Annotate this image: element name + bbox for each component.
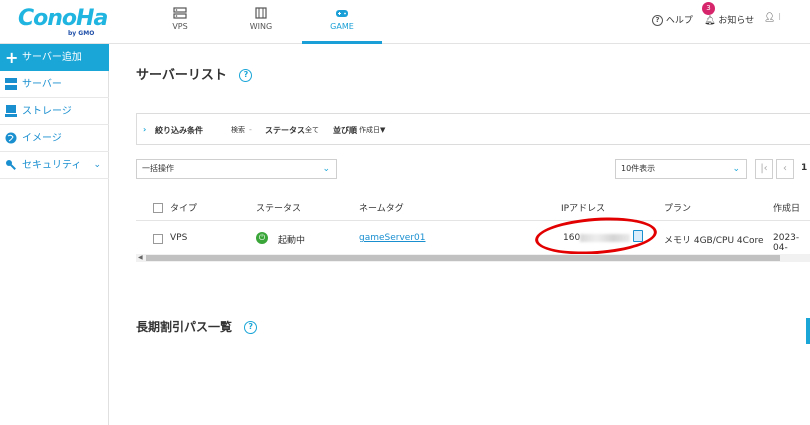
prev-page-button[interactable]: ‹ xyxy=(776,159,794,179)
chevron-down-icon: ⌄ xyxy=(732,164,740,174)
key-icon xyxy=(6,160,16,170)
storage-icon xyxy=(5,105,17,117)
section-title: 長期割引パス一覧 ? xyxy=(136,318,258,335)
row-checkbox[interactable] xyxy=(153,234,163,244)
row-status: 起動中 xyxy=(278,236,306,246)
sidebar-item-image[interactable]: イメージ xyxy=(0,125,109,152)
sidebar: + サーバー追加 サーバー ストレージ イメージ セキュリティ ⌄ xyxy=(0,44,109,425)
power-icon: ⏻ xyxy=(256,232,268,244)
scroll-left-icon[interactable]: ◀ xyxy=(138,254,143,261)
bulk-action-select[interactable]: 一括操作 ⌄ xyxy=(136,159,337,179)
divider xyxy=(136,220,810,221)
column-header-ip[interactable]: IPアドレス xyxy=(561,201,605,214)
tab-vps[interactable]: VPS xyxy=(140,0,220,44)
notifications-link[interactable]: 🔔︎ お知らせ xyxy=(704,13,754,26)
horizontal-scrollbar[interactable]: ◀ xyxy=(136,254,810,262)
scrollbar-thumb[interactable] xyxy=(146,255,780,261)
top-bar: ConoHa by GMO VPS WING GAME ? ヘルプ 3 🔔︎ お… xyxy=(0,0,810,44)
select-all-checkbox[interactable] xyxy=(153,203,163,213)
question-icon: ? xyxy=(652,15,663,26)
status-filter-value[interactable]: 全て xyxy=(305,125,319,135)
server-icon xyxy=(5,78,17,90)
server-icon xyxy=(173,7,187,19)
chevron-right-icon: › xyxy=(143,125,147,134)
column-header-plan[interactable]: プラン xyxy=(664,201,691,214)
sidebar-item-server[interactable]: サーバー xyxy=(0,71,109,98)
prev-page-icon: ‹ xyxy=(783,163,787,174)
globe-icon xyxy=(5,132,17,144)
filter-bar: › 絞り込み条件 検索 - ステータス 全て 並び順 作成日▼ xyxy=(136,113,810,145)
tab-wing[interactable]: WING xyxy=(221,0,301,44)
row-type: VPS xyxy=(170,233,188,243)
help-link[interactable]: ? ヘルプ xyxy=(652,13,693,26)
page-number: 1 xyxy=(801,163,808,173)
conoha-logo[interactable]: ConoHa by GMO xyxy=(18,6,110,38)
plus-icon: + xyxy=(5,48,19,67)
first-page-icon: |‹ xyxy=(760,163,768,174)
tab-game[interactable]: GAME xyxy=(302,0,382,44)
sidebar-item-security[interactable]: セキュリティ ⌄ xyxy=(0,152,109,179)
server-nametag-link[interactable]: gameServer01 xyxy=(359,233,426,243)
help-icon[interactable]: ? xyxy=(244,321,258,334)
sidebar-item-storage[interactable]: ストレージ xyxy=(0,98,109,125)
bell-icon: 🔔︎ xyxy=(704,16,716,26)
help-icon[interactable]: ? xyxy=(239,69,253,82)
column-header-created[interactable]: 作成日 xyxy=(773,201,800,214)
add-server-button[interactable]: + サーバー追加 xyxy=(0,44,109,71)
side-tab[interactable] xyxy=(806,318,810,344)
search-filter-value[interactable]: - xyxy=(249,125,252,134)
row-created: 2023-04- xyxy=(773,233,800,253)
sort-filter-value[interactable]: 作成日▼ xyxy=(359,125,385,135)
column-header-nametag[interactable]: ネームタグ xyxy=(359,201,404,214)
row-plan: メモリ 4GB/CPU 4Core xyxy=(664,236,764,246)
chevron-down-icon: ⌄ xyxy=(93,160,101,170)
chevron-down-icon: ⌄ xyxy=(322,164,330,174)
user-icon: 👤︎ xyxy=(764,13,776,23)
page-title: サーバーリスト ? xyxy=(136,64,253,83)
user-menu[interactable]: 👤︎ l xyxy=(764,13,781,23)
page-size-select[interactable]: 10件表示 ⌄ xyxy=(615,159,747,179)
column-header-status[interactable]: ステータス xyxy=(256,201,301,214)
column-header-type[interactable]: タイプ xyxy=(170,201,197,214)
first-page-button[interactable]: |‹ xyxy=(755,159,773,179)
filter-toggle[interactable]: 絞り込み条件 xyxy=(155,125,203,136)
gamepad-icon xyxy=(336,10,348,17)
building-icon xyxy=(255,7,267,19)
